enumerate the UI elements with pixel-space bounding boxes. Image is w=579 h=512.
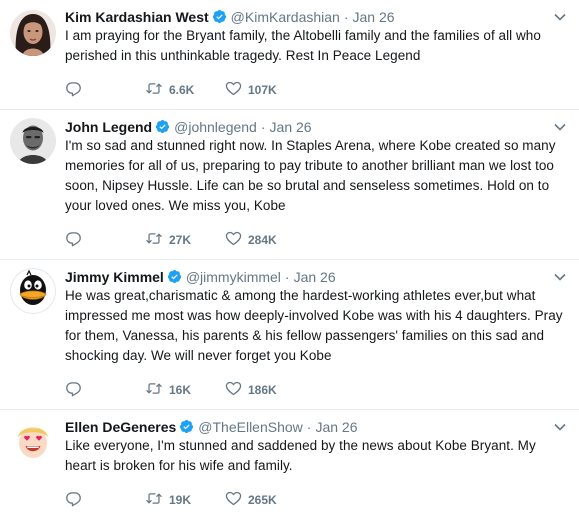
- chevron-down-icon[interactable]: [553, 120, 567, 134]
- verified-badge-icon: [156, 119, 170, 134]
- tweet[interactable]: Jimmy Kimmel @jimmykimmel · Jan 26 He was g…: [0, 260, 579, 410]
- user-handle[interactable]: @KimKardashian: [231, 9, 340, 25]
- retweet-icon: [146, 233, 162, 244]
- tweet-date[interactable]: Jan 26: [270, 119, 312, 135]
- display-name[interactable]: John Legend: [65, 119, 152, 135]
- reply-icon: [66, 232, 81, 247]
- tweet-text: I'm so sad and stunned right now. In Sta…: [65, 138, 556, 213]
- profile-photo-icon: [10, 10, 56, 56]
- display-name[interactable]: Kim Kardashian West: [65, 9, 209, 25]
- separator-dot: ·: [306, 419, 312, 435]
- retweet-button[interactable]: 6.6K: [145, 80, 194, 100]
- cartoon-face-heart-eyes-icon: [10, 418, 56, 464]
- chevron-down-icon[interactable]: [553, 270, 567, 284]
- profile-photo-icon: [10, 118, 56, 164]
- reply-icon: [66, 82, 81, 97]
- retweet-icon: [146, 83, 162, 94]
- tweet-text: I am praying for the Bryant family, the …: [65, 28, 541, 63]
- like-count: 107K: [248, 83, 277, 97]
- avatar[interactable]: [10, 10, 56, 56]
- chevron-down-icon[interactable]: [553, 10, 567, 24]
- tweet[interactable]: John Legend @johnlegend · Jan 26 I'm so sad…: [0, 110, 579, 260]
- reply-icon: [66, 382, 81, 397]
- like-button[interactable]: 284K: [225, 230, 277, 250]
- retweet-icon: [146, 383, 162, 394]
- reply-button[interactable]: [65, 230, 88, 250]
- reply-button[interactable]: [65, 380, 88, 400]
- user-handle[interactable]: @johnlegend: [174, 119, 257, 135]
- heart-icon: [225, 381, 242, 396]
- duck-cartoon-icon: [10, 268, 56, 314]
- heart-icon: [225, 491, 242, 506]
- verified-badge-icon: [212, 9, 226, 24]
- separator-dot: ·: [260, 119, 266, 135]
- separator-dot: ·: [343, 9, 349, 25]
- heart-icon: [225, 231, 242, 246]
- user-handle[interactable]: @TheEllenShow: [198, 419, 303, 435]
- display-name[interactable]: Ellen DeGeneres: [65, 419, 176, 435]
- verified-badge-icon: [180, 419, 194, 434]
- tweet-date[interactable]: Jan 26: [294, 269, 336, 285]
- separator-dot: ·: [284, 269, 290, 285]
- retweet-count: 19K: [169, 493, 192, 507]
- avatar[interactable]: [10, 418, 56, 464]
- reply-icon: [66, 492, 81, 507]
- verified-badge-icon: [167, 269, 181, 284]
- retweet-count: 27K: [169, 233, 192, 247]
- chevron-down-icon[interactable]: [553, 420, 567, 434]
- retweet-icon: [146, 493, 162, 504]
- tweet[interactable]: Ellen DeGeneres @TheEllenShow · Jan 26 Like…: [0, 410, 579, 512]
- like-button[interactable]: 186K: [225, 380, 277, 400]
- retweet-button[interactable]: 27K: [145, 230, 191, 250]
- tweet-date[interactable]: Jan 26: [315, 419, 357, 435]
- like-count: 186K: [248, 383, 277, 397]
- heart-icon: [225, 81, 242, 96]
- tweet-text: He was great,charismatic & among the har…: [65, 288, 563, 363]
- avatar[interactable]: [10, 118, 56, 164]
- tweet-text: Like everyone, I'm stunned and saddened …: [65, 438, 536, 473]
- tweet[interactable]: Kim Kardashian West @KimKardashian · Jan 26…: [0, 0, 579, 110]
- retweet-count: 16K: [169, 383, 192, 397]
- tweet-date[interactable]: Jan 26: [353, 9, 395, 25]
- like-button[interactable]: 107K: [225, 80, 277, 100]
- retweet-count: 6.6K: [169, 83, 195, 97]
- retweet-button[interactable]: 19K: [145, 490, 191, 510]
- display-name[interactable]: Jimmy Kimmel: [65, 269, 164, 285]
- avatar[interactable]: [10, 268, 56, 314]
- retweet-button[interactable]: 16K: [145, 380, 191, 400]
- reply-button[interactable]: [65, 490, 88, 510]
- like-count: 265K: [248, 493, 277, 507]
- like-button[interactable]: 265K: [225, 490, 277, 510]
- like-count: 284K: [248, 233, 277, 247]
- tweet-feed: Kim Kardashian West @KimKardashian · Jan 26…: [0, 0, 579, 512]
- reply-button[interactable]: [65, 80, 88, 100]
- user-handle[interactable]: @jimmykimmel: [186, 269, 281, 285]
